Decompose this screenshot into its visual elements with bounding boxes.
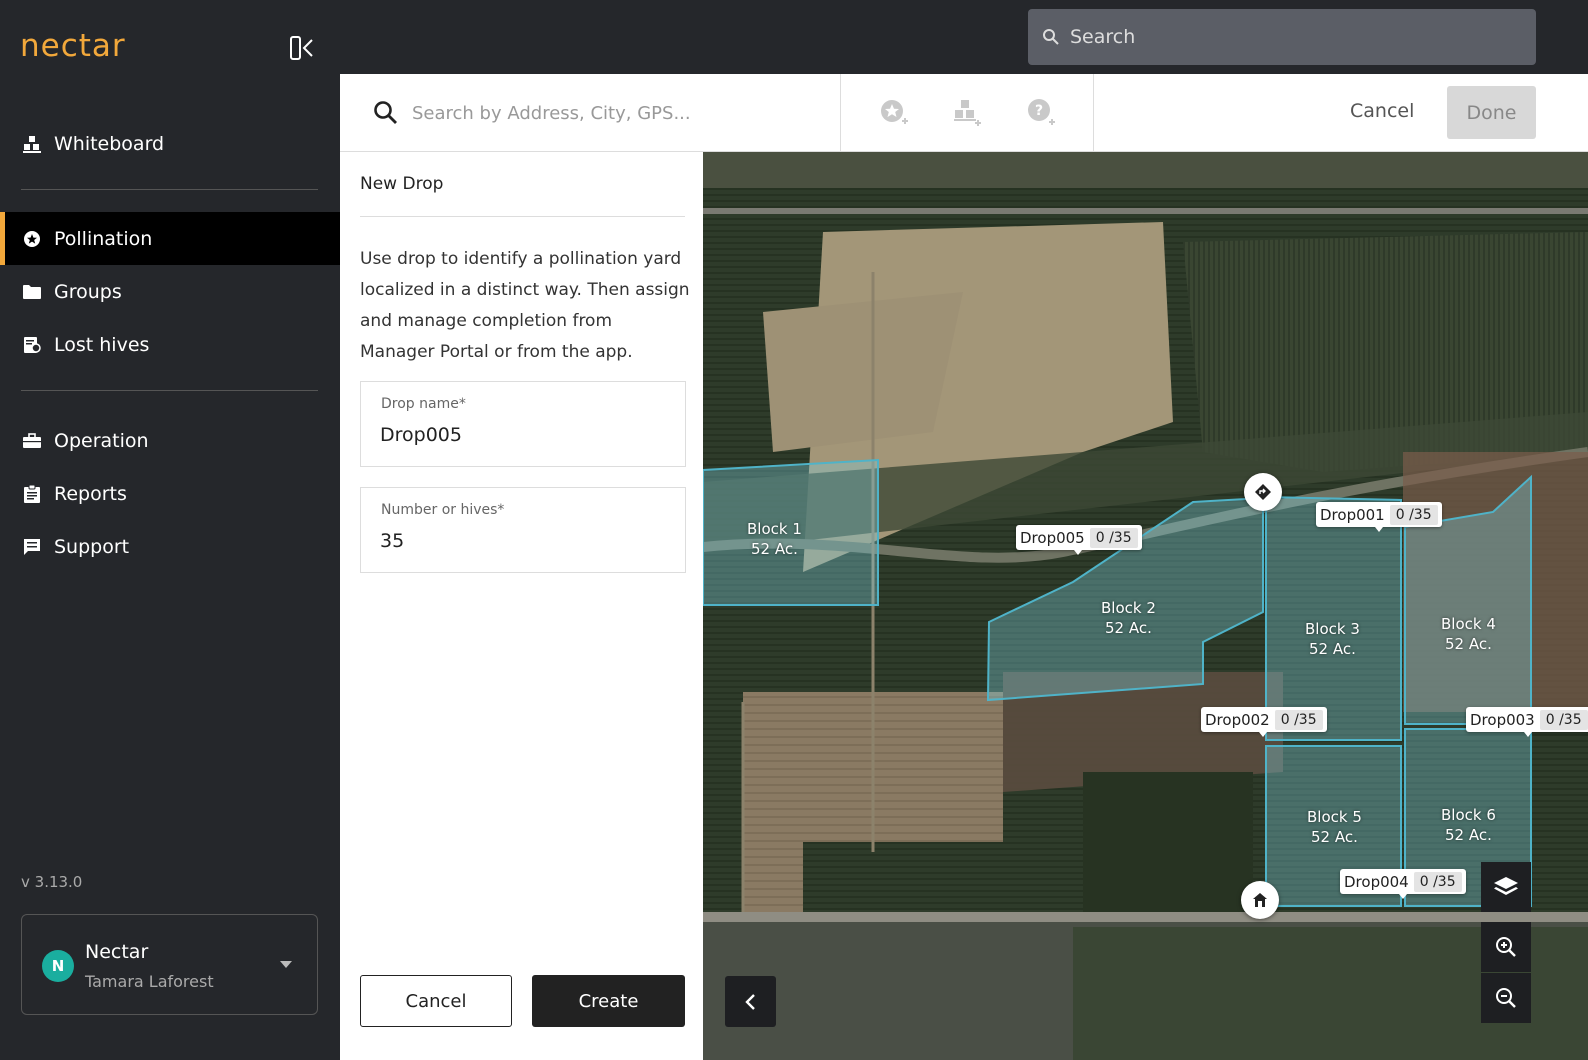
map-search bbox=[340, 74, 841, 152]
sidebar-item-label: Support bbox=[54, 535, 130, 558]
chevron-down-icon bbox=[280, 961, 292, 968]
svg-text:?: ? bbox=[1035, 103, 1043, 119]
chevron-left-icon bbox=[744, 993, 755, 1010]
sidebar-item-label: Lost hives bbox=[54, 333, 150, 356]
add-poi-button[interactable]: ? bbox=[1023, 96, 1059, 130]
add-drop-button[interactable] bbox=[876, 96, 912, 130]
hives-input[interactable] bbox=[380, 530, 670, 552]
global-search bbox=[1028, 9, 1536, 65]
collapse-panel-button[interactable] bbox=[725, 976, 776, 1027]
drop-name-field[interactable]: Drop name* bbox=[360, 381, 686, 467]
drop-tag[interactable]: Drop004 0 /35 bbox=[1340, 869, 1466, 899]
account-name: Nectar bbox=[85, 941, 149, 963]
add-drop-icon bbox=[881, 100, 908, 124]
direction-icon bbox=[1255, 484, 1271, 500]
map-search-input[interactable] bbox=[412, 96, 812, 130]
block-4-label: Block 4 52 Ac. bbox=[1441, 615, 1496, 653]
map-toolbar: ? Cancel Done bbox=[340, 74, 1588, 152]
zoom-in-icon bbox=[1496, 937, 1516, 957]
block-2-label: Block 2 52 Ac. bbox=[1101, 599, 1156, 637]
create-button[interactable]: Create bbox=[532, 975, 685, 1027]
new-drop-panel: New Drop Use drop to identify a pollinat… bbox=[340, 152, 703, 1060]
zoom-out-icon bbox=[1496, 988, 1516, 1008]
direction-pin[interactable] bbox=[1244, 473, 1282, 511]
block-1-label: Block 1 52 Ac. bbox=[747, 520, 802, 558]
sidebar-divider bbox=[21, 390, 318, 391]
layers-button[interactable] bbox=[1481, 862, 1531, 912]
nectar-logo[interactable]: nectar bbox=[20, 28, 126, 64]
drop-name-input[interactable] bbox=[380, 424, 670, 446]
toolbar-divider bbox=[1093, 74, 1094, 152]
drop-tag[interactable]: Drop005 0 /35 bbox=[1016, 525, 1142, 555]
sidebar-item-label: Groups bbox=[54, 280, 122, 303]
sidebar-item-groups[interactable]: Groups bbox=[0, 265, 340, 318]
sidebar-divider bbox=[21, 189, 318, 190]
drop-tag[interactable]: Drop002 0 /35 bbox=[1201, 707, 1327, 737]
panel-title: New Drop bbox=[360, 174, 444, 194]
done-button[interactable]: Done bbox=[1447, 86, 1536, 139]
cancel-button[interactable]: Cancel bbox=[360, 975, 512, 1027]
zoom-in-button[interactable] bbox=[1481, 922, 1531, 972]
sidebar-item-label: Whiteboard bbox=[54, 132, 165, 155]
drop-tag[interactable]: Drop001 0 /35 bbox=[1316, 502, 1442, 532]
zoom-out-button[interactable] bbox=[1481, 973, 1531, 1023]
add-yard-icon bbox=[954, 100, 981, 126]
search-icon bbox=[1043, 29, 1059, 45]
sidebar-item-label: Pollination bbox=[54, 227, 153, 250]
avatar: N bbox=[42, 950, 74, 982]
panel-description: Use drop to identify a pollination yard … bbox=[360, 249, 690, 362]
global-search-input[interactable] bbox=[1070, 26, 1510, 48]
add-yard-button[interactable] bbox=[949, 96, 985, 130]
search-icon bbox=[374, 101, 397, 124]
home-pin[interactable] bbox=[1241, 881, 1279, 919]
briefcase-icon bbox=[22, 431, 42, 451]
block-3-label: Block 3 52 Ac. bbox=[1305, 620, 1360, 658]
sidebar-item-support[interactable]: Support bbox=[0, 520, 340, 573]
account-switcher[interactable]: N Nectar Tamara Laforest bbox=[21, 914, 318, 1015]
block-5-label: Block 5 52 Ac. bbox=[1307, 808, 1362, 846]
sidebar-item-reports[interactable]: Reports bbox=[0, 467, 340, 520]
drop-name-label: Drop name* bbox=[381, 396, 466, 412]
drop-tag[interactable]: Drop003 0 /35 bbox=[1466, 707, 1588, 737]
lost-hives-icon bbox=[22, 335, 42, 355]
hives-label: Number or hives* bbox=[381, 502, 505, 518]
sidebar-item-lost-hives[interactable]: Lost hives bbox=[0, 318, 340, 371]
top-bar bbox=[340, 0, 1588, 74]
sidebar-item-pollination[interactable]: Pollination bbox=[0, 212, 340, 265]
layers-icon bbox=[1494, 877, 1518, 895]
clipboard-icon bbox=[22, 484, 42, 504]
whiteboard-icon bbox=[22, 134, 42, 154]
sidebar-item-whiteboard[interactable]: Whiteboard bbox=[0, 117, 340, 170]
collapse-sidebar-button[interactable] bbox=[288, 34, 318, 62]
toolbar-cancel-button[interactable]: Cancel bbox=[1350, 100, 1414, 122]
folder-icon bbox=[22, 282, 42, 302]
sidebar-item-label: Reports bbox=[54, 482, 127, 505]
satellite-map[interactable]: Block 1 52 Ac. Block 2 52 Ac. Block 3 52 Ac… bbox=[703, 152, 1588, 1060]
block-6-label: Block 6 52 Ac. bbox=[1441, 806, 1496, 844]
sidebar: nectar Whiteboard Pollination Groups Los… bbox=[0, 0, 340, 1060]
panel-divider bbox=[360, 216, 685, 217]
chat-icon bbox=[22, 537, 42, 557]
app-version: v 3.13.0 bbox=[21, 873, 83, 891]
sidebar-item-label: Operation bbox=[54, 429, 149, 452]
pollination-icon bbox=[22, 229, 42, 249]
add-poi-icon: ? bbox=[1028, 99, 1055, 125]
hives-field[interactable]: Number or hives* bbox=[360, 487, 686, 573]
account-user: Tamara Laforest bbox=[85, 972, 214, 991]
home-icon bbox=[1253, 893, 1267, 907]
sidebar-item-operation[interactable]: Operation bbox=[0, 414, 340, 467]
collapse-sidebar-icon bbox=[290, 36, 313, 60]
